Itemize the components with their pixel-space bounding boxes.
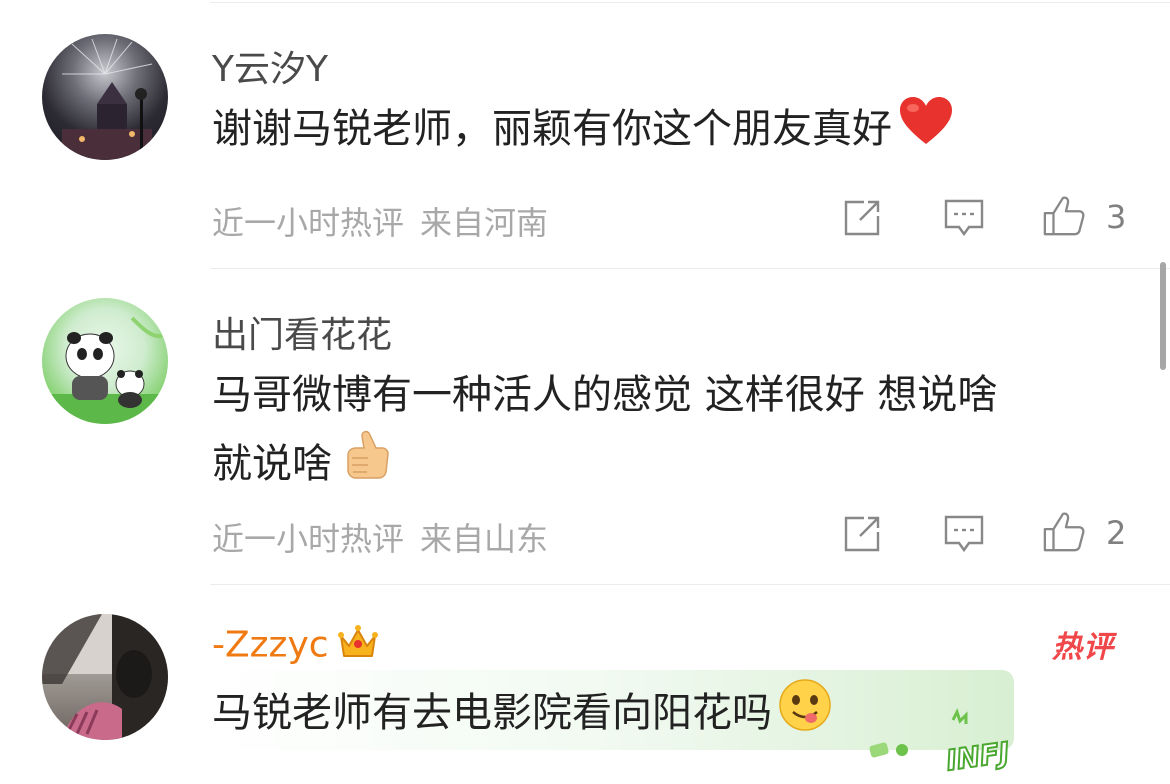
- comment-text-line: 就说啥: [212, 428, 1110, 504]
- avatar[interactable]: [42, 614, 168, 740]
- comment-text: 马哥微博有一种活人的感觉 这样很好 想说啥 就说啥: [212, 362, 1110, 504]
- thumbs-up-icon: [1043, 512, 1085, 552]
- hot-comment-badge: 热评: [1052, 630, 1114, 665]
- like-button[interactable]: [1042, 194, 1086, 238]
- red-heart-icon: [898, 96, 954, 166]
- infj-label: INFJ: [944, 736, 1011, 778]
- scrollbar[interactable]: [1160, 262, 1166, 370]
- divider: [210, 268, 1170, 269]
- divider: [210, 584, 1170, 585]
- username[interactable]: 出门看花花: [212, 306, 392, 358]
- thumbs-up-icon: [1043, 196, 1085, 236]
- comment-text-line: 马锐老师有去电影院看向阳花吗: [212, 690, 772, 736]
- username[interactable]: -Zzzyc: [212, 622, 379, 671]
- username[interactable]: Y云汐Y: [212, 40, 328, 92]
- comment-text-line-2: 就说啥: [212, 441, 332, 487]
- comment-time: 近一小时热评: [212, 520, 405, 558]
- share-icon: [844, 200, 880, 236]
- divider: [210, 2, 1170, 3]
- yum-face-icon: [778, 678, 832, 752]
- comment-location: 来自河南: [420, 204, 549, 242]
- comment-text-line: 马哥微博有一种活人的感觉 这样很好 想说啥: [212, 372, 998, 418]
- comment-icon: [944, 515, 984, 553]
- like-button[interactable]: [1042, 510, 1086, 554]
- infj-decoration-icon: INFJ: [868, 708, 1038, 780]
- comment-icon: [944, 199, 984, 237]
- share-button[interactable]: [840, 196, 884, 240]
- avatar[interactable]: [42, 298, 168, 424]
- crown-icon: [337, 622, 379, 671]
- comment-text: 谢谢马锐老师，丽颖有你这个朋友真好: [212, 96, 1110, 166]
- thumbs-up-emoji-icon: [338, 428, 394, 504]
- share-button[interactable]: [840, 512, 884, 556]
- like-count: 3: [1106, 198, 1127, 236]
- avatar[interactable]: [42, 34, 168, 160]
- reply-button[interactable]: [942, 196, 986, 240]
- reply-button[interactable]: [942, 512, 986, 556]
- comment-meta: 近一小时热评 来自山东: [212, 514, 548, 560]
- comment-text-line: 谢谢马锐老师，丽颖有你这个朋友真好: [212, 106, 892, 152]
- share-icon: [844, 516, 880, 552]
- comment-meta: 近一小时热评 来自河南: [212, 198, 548, 244]
- comment-location: 来自山东: [420, 520, 549, 558]
- like-count: 2: [1106, 514, 1127, 552]
- username-text: -Zzzyc: [212, 624, 329, 666]
- comment-time: 近一小时热评: [212, 204, 405, 242]
